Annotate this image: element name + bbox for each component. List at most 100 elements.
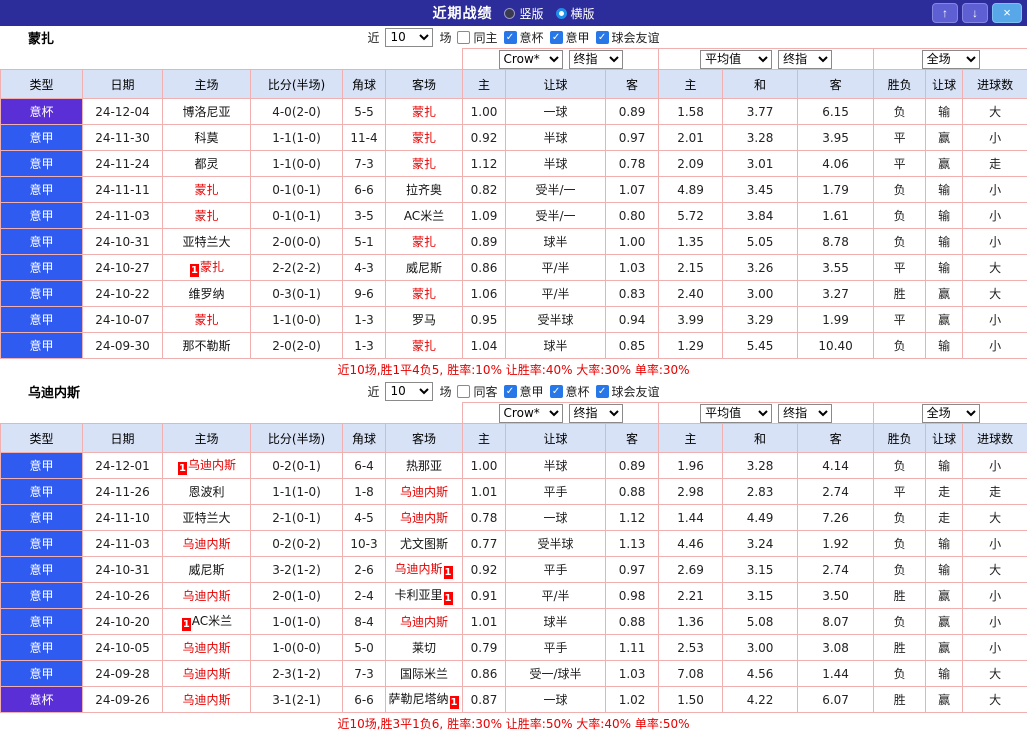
asian-handicap: 平手 <box>505 634 607 661</box>
asian-handicap: 受半球 <box>505 530 607 557</box>
euro-away-odds: 3.27 <box>797 280 875 307</box>
goals-result-cell: 走 <box>962 478 1027 505</box>
home-team-cell: 乌迪内斯 <box>162 582 251 609</box>
home-team-cell: 都灵 <box>162 150 251 177</box>
bookmaker-select[interactable]: Crow* <box>498 403 563 423</box>
euro-away-odds: 1.99 <box>797 306 875 333</box>
team-name: 热那亚 <box>406 459 443 473</box>
team-name: 莱切 <box>412 641 437 655</box>
table-header-row: 类型 日期 主场 比分(半场) 角球 客场主让球客主和客胜负 让球 进球数 <box>0 423 1027 453</box>
scroll-up-button[interactable]: ↑ <box>932 3 958 23</box>
euro-away-odds: 10.40 <box>797 332 875 359</box>
games-label: 场 <box>439 30 452 45</box>
handicap-result-cell: 赢 <box>925 124 964 151</box>
euro-avg-select[interactable]: 平均值 <box>700 403 773 423</box>
asian-home-odds: 1.01 <box>462 608 507 635</box>
scope-select[interactable]: 全场 <box>921 403 980 423</box>
scroll-down-button[interactable]: ↓ <box>962 3 988 23</box>
euro-draw-odds: 2.83 <box>722 478 799 505</box>
result-cell: 胜 <box>873 634 927 661</box>
checkbox-checked-icon: ✓ <box>595 384 609 398</box>
column-header: 类型 <box>0 423 83 453</box>
euro-home-odds: 5.72 <box>658 202 724 229</box>
scope-select[interactable]: 全场 <box>921 49 980 69</box>
filter-checkbox[interactable]: 同客 <box>457 383 498 400</box>
filter-checkbox[interactable]: 同主 <box>457 29 498 46</box>
euro-draw-odds: 3.84 <box>722 202 799 229</box>
date-cell: 24-10-05 <box>82 634 163 661</box>
odds-source-row: Crow* 终指 平均值 终指 全场 <box>0 48 1027 70</box>
result-cell: 负 <box>873 202 927 229</box>
euro-stat-select[interactable]: 终指 <box>778 403 833 423</box>
score-cell: 2-0(1-0) <box>250 582 343 609</box>
euro-stat-select[interactable]: 终指 <box>778 49 833 69</box>
radio-label-vertical: 竖版 <box>519 6 544 21</box>
checkbox-label: 球会友谊 <box>611 30 660 45</box>
layout-radio-vertical[interactable]: 竖版 <box>504 5 544 22</box>
corners-cell: 6-4 <box>342 452 386 479</box>
away-team-cell: 威尼斯 <box>384 254 464 281</box>
match-count-select[interactable]: 10 <box>385 27 434 47</box>
asian-handicap: 平/半 <box>505 280 607 307</box>
match-row: 意甲 24-12-01 1 乌迪内斯 0-2(0-1) 6-4 热那亚 1.00 半球 0.89 1… <box>0 452 1027 479</box>
euro-home-odds: 2.21 <box>658 582 724 609</box>
radio-selected-icon <box>555 7 567 19</box>
corners-cell: 5-0 <box>342 634 386 661</box>
team-name: 尤文图斯 <box>400 537 449 551</box>
filter-checkbox[interactable]: ✓ 球会友谊 <box>595 29 660 46</box>
team-name: 博洛尼亚 <box>182 105 231 119</box>
date-cell: 24-11-30 <box>82 124 163 151</box>
filter-checkbox[interactable]: ✓ 意甲 <box>503 383 544 400</box>
filter-checkbox[interactable]: ✓ 意甲 <box>549 29 590 46</box>
away-team-cell: 乌迪内斯 1 <box>384 556 464 583</box>
team-name: 维罗纳 <box>188 287 225 301</box>
asian-away-odds: 0.89 <box>605 98 660 125</box>
asian-away-odds: 0.80 <box>605 202 660 229</box>
goals-result-cell: 小 <box>962 176 1027 203</box>
result-cell: 胜 <box>873 686 927 713</box>
corners-cell: 3-5 <box>342 202 386 229</box>
red-card-badge: 1 <box>181 618 191 631</box>
goals-result-cell: 大 <box>962 556 1027 583</box>
asian-home-odds: 0.82 <box>462 176 507 203</box>
corners-cell: 6-6 <box>342 176 386 203</box>
euro-draw-odds: 5.05 <box>722 228 799 255</box>
layout-radio-horizontal[interactable]: 横版 <box>555 5 595 22</box>
filter-checkbox[interactable]: ✓ 球会友谊 <box>595 383 660 400</box>
record-summary: 近10场,胜3平1负6, 胜率:30% 让胜率:50% 大率:40% 单率:50% <box>0 713 1027 732</box>
checkbox-unchecked-icon <box>457 30 471 44</box>
handicap-result-cell: 赢 <box>925 150 964 177</box>
column-header: 客 <box>605 423 660 453</box>
bookmaker-select[interactable]: Crow* <box>498 49 563 69</box>
asian-away-odds: 0.83 <box>605 280 660 307</box>
date-cell: 24-10-22 <box>82 280 163 307</box>
team-name: 蒙扎 <box>412 235 437 249</box>
bookmaker-stat-select[interactable]: 终指 <box>568 403 623 423</box>
checkbox-checked-icon: ✓ <box>503 384 517 398</box>
match-count-select[interactable]: 10 <box>385 381 434 401</box>
home-team-cell: 蒙扎 <box>162 202 251 229</box>
odds-source-row: Crow* 终指 平均值 终指 全场 <box>0 402 1027 424</box>
away-team-cell: 蒙扎 <box>384 150 464 177</box>
date-cell: 24-10-26 <box>82 582 163 609</box>
team-name: 威尼斯 <box>188 563 225 577</box>
league-cell: 意杯 <box>0 98 83 125</box>
close-button[interactable]: × <box>992 3 1022 23</box>
euro-draw-odds: 5.45 <box>722 332 799 359</box>
handicap-result-cell: 赢 <box>925 686 964 713</box>
score-cell: 2-3(1-2) <box>250 660 343 687</box>
bookmaker-stat-select[interactable]: 终指 <box>568 49 623 69</box>
filter-checkbox[interactable]: ✓ 意杯 <box>549 383 590 400</box>
handicap-result-cell: 输 <box>925 98 964 125</box>
goals-result-cell: 小 <box>962 634 1027 661</box>
checkbox-label: 同主 <box>473 30 498 45</box>
filter-checkbox[interactable]: ✓ 意杯 <box>503 29 544 46</box>
handicap-result-cell: 输 <box>925 176 964 203</box>
team-name: 乌迪内斯 <box>182 641 231 655</box>
away-team-cell: 莱切 <box>384 634 464 661</box>
league-cell: 意甲 <box>0 124 83 151</box>
score-cell: 2-2(2-2) <box>250 254 343 281</box>
euro-draw-odds: 3.15 <box>722 582 799 609</box>
euro-avg-select[interactable]: 平均值 <box>700 49 773 69</box>
away-team-cell: 蒙扎 <box>384 98 464 125</box>
